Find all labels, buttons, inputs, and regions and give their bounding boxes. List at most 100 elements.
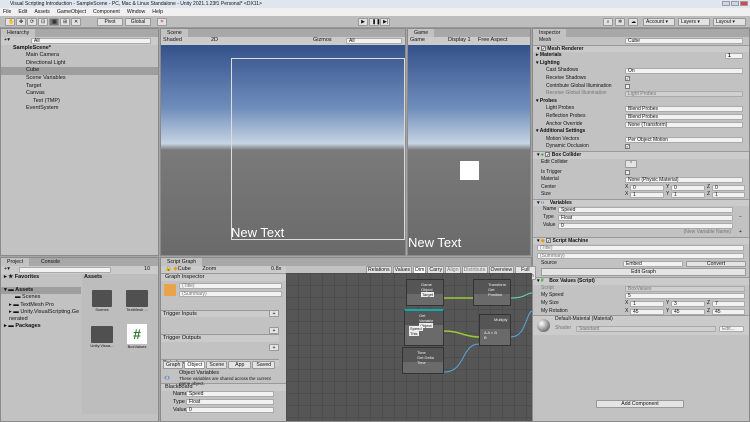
shading-dropdown[interactable]: Shaded: [161, 37, 182, 43]
gizmos-dropdown[interactable]: Gizmos: [313, 37, 332, 45]
game-mode-dropdown[interactable]: Game: [408, 37, 425, 43]
hierarchy-item[interactable]: Scene Variables: [1, 75, 158, 83]
is-trigger-checkbox[interactable]: [625, 169, 630, 175]
scene-view[interactable]: New Text: [161, 45, 405, 255]
hand-tool-icon[interactable]: ✋: [5, 18, 15, 26]
scene-root[interactable]: SampleScene*: [1, 45, 158, 53]
bb-tab-graph[interactable]: Graph: [163, 361, 184, 369]
project-search[interactable]: [19, 267, 111, 273]
center-y[interactable]: 0: [671, 184, 705, 191]
hierarchy-item[interactable]: EventSystem: [1, 105, 158, 113]
hierarchy-item[interactable]: Target: [1, 83, 158, 91]
my-size-z[interactable]: 7: [712, 301, 745, 307]
hierarchy-item[interactable]: Canvas: [1, 90, 158, 98]
new-variable-name[interactable]: (New Variable Name): [684, 229, 731, 235]
asset-textmesh[interactable]: TextMesh ...: [124, 290, 150, 313]
physic-material-field[interactable]: None (Physic Material): [625, 177, 743, 184]
tab-console[interactable]: Console: [35, 258, 67, 266]
bb-tab-scene[interactable]: Scene: [206, 361, 228, 369]
my-speed-field[interactable]: 5: [625, 293, 745, 300]
cast-shadows-dropdown[interactable]: On: [625, 68, 743, 75]
center-x[interactable]: 0: [630, 184, 664, 191]
variable-type-dropdown[interactable]: Float: [558, 215, 733, 222]
rect-tool-icon[interactable]: ▦: [49, 18, 59, 26]
scale-tool-icon[interactable]: ⊡: [38, 18, 48, 26]
search-icon[interactable]: ⌕: [603, 18, 613, 26]
tab-hierarchy[interactable]: Hierarchy: [1, 29, 36, 37]
display-dropdown[interactable]: Display 1: [448, 37, 471, 45]
asset-boxvalues[interactable]: # BoxValues: [125, 324, 149, 350]
lock-icon[interactable]: 🔒: [161, 266, 172, 272]
move-tool-icon[interactable]: ✥: [16, 18, 26, 26]
menu-edit[interactable]: Edit: [18, 8, 27, 16]
node-get-variable[interactable]: Get Variable Object Speed This: [404, 309, 444, 346]
dynamic-occlusion-checkbox[interactable]: ✓: [625, 144, 630, 150]
menu-help[interactable]: Help: [152, 8, 163, 16]
tree-item[interactable]: ▬ Scenes: [1, 294, 81, 302]
bb-tab-app[interactable]: App: [228, 361, 252, 369]
tab-game[interactable]: Game: [408, 29, 435, 37]
convert-button[interactable]: Convert: [686, 260, 746, 267]
2d-toggle[interactable]: 2D: [211, 37, 218, 45]
add-trigger-output-button[interactable]: +: [269, 327, 279, 334]
hierarchy-item-selected[interactable]: Cube: [1, 67, 158, 75]
motion-vectors-dropdown[interactable]: Per Object Motion: [625, 136, 743, 143]
machine-title-field[interactable]: (Title): [537, 245, 744, 252]
hierarchy-item[interactable]: Text (TMP): [1, 98, 158, 106]
graph-summary-field[interactable]: (Summary): [179, 291, 282, 297]
add-component-button[interactable]: Add Component: [596, 400, 684, 408]
tree-favorites[interactable]: ▸ ★ Favorites: [1, 274, 81, 282]
material-header[interactable]: Default-Material (Material) Shader Stand…: [533, 315, 749, 336]
variables-header[interactable]: ▾ ‹› Variables: [533, 198, 749, 207]
scene-search[interactable]: All: [346, 38, 402, 44]
create-icon[interactable]: +▾: [1, 266, 10, 272]
tab-project[interactable]: Project: [1, 258, 30, 266]
machine-summary-field[interactable]: (Summary): [537, 253, 744, 260]
anchor-override-field[interactable]: None (Transform): [625, 121, 743, 128]
contribute-gi-checkbox[interactable]: [625, 83, 630, 89]
global-toggle[interactable]: Global: [125, 18, 151, 26]
graph-canvas[interactable]: Game Object Target Transform Get Position …: [286, 273, 532, 421]
transform-tool-icon[interactable]: ⊞: [60, 18, 70, 26]
reflection-probes-dropdown[interactable]: Blend Probes: [625, 113, 743, 120]
minimize-button[interactable]: [722, 1, 730, 6]
light-probes-dropdown[interactable]: Blend Probes: [625, 106, 743, 113]
graph-title-field[interactable]: (Title): [179, 283, 282, 289]
mesh-renderer-header[interactable]: ▾ ✓ Mesh Renderer: [533, 44, 749, 53]
menu-file[interactable]: File: [3, 8, 11, 16]
hierarchy-search[interactable]: All: [31, 38, 151, 44]
account-dropdown[interactable]: Account ▾: [643, 18, 675, 26]
tab-inspector[interactable]: Inspector: [533, 29, 567, 37]
menu-window[interactable]: Window: [127, 8, 145, 16]
node-multiply[interactable]: Multiply A A × BB: [479, 314, 511, 346]
bb-variable-name[interactable]: Speed: [186, 391, 274, 397]
bb-tab-object[interactable]: Object: [184, 361, 206, 369]
node-game-object[interactable]: Game Object Target: [406, 279, 444, 306]
materials-count[interactable]: 1: [725, 53, 743, 60]
step-button[interactable]: ▶|: [380, 18, 390, 26]
size-y[interactable]: 1: [671, 192, 705, 199]
custom-tool-icon[interactable]: ✕: [71, 18, 81, 26]
size-z[interactable]: 1: [712, 192, 745, 199]
tree-item[interactable]: ▸ ▬ TextMesh Pro: [1, 302, 81, 310]
add-data-input-button[interactable]: +: [269, 344, 279, 351]
node-get-position[interactable]: Transform Get Position: [473, 279, 511, 306]
play-button[interactable]: ▶: [358, 18, 368, 26]
tree-assets[interactable]: ▾ ▬ Assets: [1, 286, 81, 295]
mesh-field[interactable]: Cube: [625, 38, 743, 44]
add-variable-icon[interactable]: +: [739, 229, 742, 237]
aspect-dropdown[interactable]: Free Aspect: [478, 37, 507, 45]
bb-tab-saved[interactable]: Saved: [252, 361, 276, 369]
source-dropdown[interactable]: Embed: [623, 260, 683, 267]
hierarchy-item[interactable]: Directional Light: [1, 60, 158, 68]
menu-assets[interactable]: Assets: [34, 8, 50, 16]
script-machine-header[interactable]: ▾ ◆ ✓ Script Machine: [533, 236, 749, 245]
bb-variable-value[interactable]: 0: [186, 407, 274, 413]
box-collider-header[interactable]: ▾ ● ✓ Box Collider: [533, 150, 749, 159]
size-x[interactable]: 1: [630, 192, 664, 199]
box-values-header[interactable]: ▾ # Box Values (Script): [533, 277, 749, 285]
add-icon[interactable]: +▾: [1, 37, 10, 43]
maximize-button[interactable]: [731, 1, 739, 6]
bb-variable-type[interactable]: Float: [186, 399, 274, 405]
game-view[interactable]: New Text: [408, 45, 530, 255]
